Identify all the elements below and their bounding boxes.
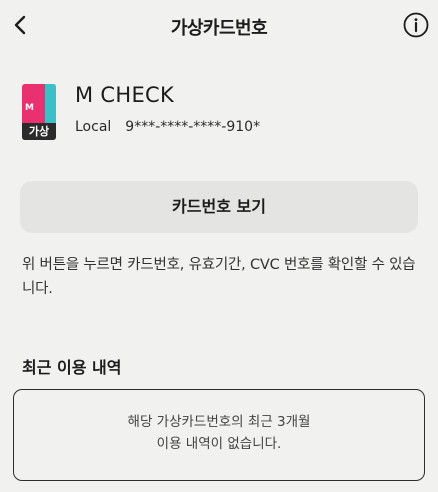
card-name: M CHECK xyxy=(75,83,175,107)
empty-message-line1: 해당 가상카드번호의 최근 3개월 xyxy=(127,414,311,430)
card-details: Local 9***-****-****-910* xyxy=(75,119,260,135)
view-card-number-button[interactable]: 카드번호 보기 xyxy=(20,181,418,233)
header: 가상카드번호 xyxy=(0,0,438,54)
card-region: Local xyxy=(75,119,112,135)
recent-usage-empty-box: 해당 가상카드번호의 최근 3개월 이용 내역이 없습니다. xyxy=(13,389,425,481)
info-circle-icon xyxy=(403,12,429,38)
masked-card-number: 9***-****-****-910* xyxy=(125,119,261,135)
help-text: 위 버튼을 누르면 카드번호, 유효기간, CVC 번호를 확인할 수 있습니다… xyxy=(22,257,416,297)
empty-message-line2: 이용 내역이 없습니다. xyxy=(156,436,282,452)
virtual-badge: 가상 xyxy=(22,123,56,140)
card-thumbnail: M 가상 xyxy=(22,84,56,140)
card-thumbnail-letter: M xyxy=(25,103,34,113)
virtual-card-screen: 가상카드번호 M 가상 M CHECK Local 9***-****-****-… xyxy=(0,0,438,492)
recent-usage-title: 최근 이용 내역 xyxy=(22,358,122,377)
page-title: 가상카드번호 xyxy=(170,18,268,39)
info-button[interactable] xyxy=(401,10,431,40)
